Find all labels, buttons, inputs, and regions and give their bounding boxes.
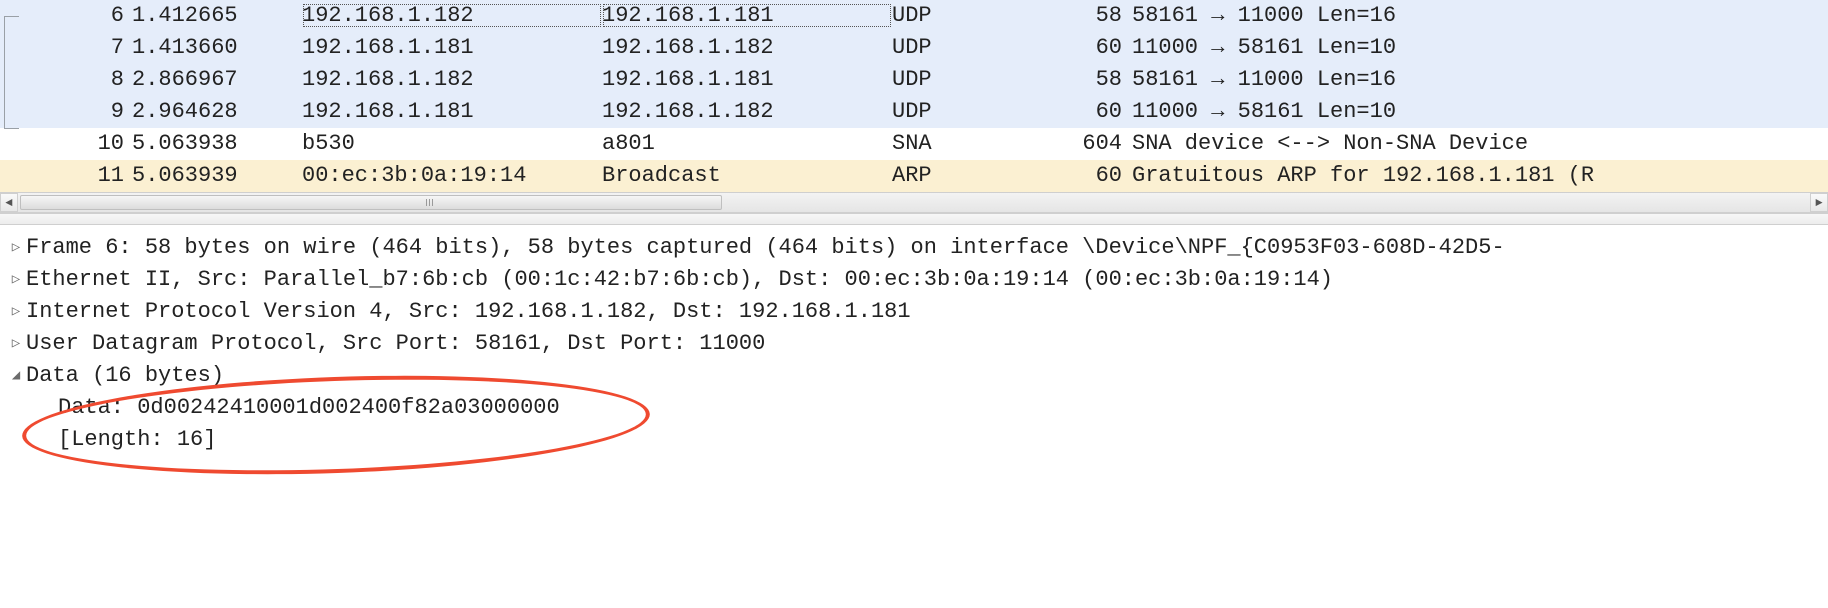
packet-protocol: UDP	[892, 3, 1042, 28]
packet-row[interactable]: 82.866967192.168.1.182192.168.1.181UDP58…	[0, 64, 1828, 96]
tree-udp-label: User Datagram Protocol, Src Port: 58161,…	[26, 331, 765, 356]
packet-destination: 192.168.1.182	[602, 99, 892, 124]
packet-length: 58	[1042, 3, 1132, 28]
pane-divider[interactable]	[0, 213, 1828, 225]
collapse-icon[interactable]: ◢	[6, 367, 26, 384]
packet-no: 11	[24, 163, 132, 188]
expand-icon[interactable]: ▷	[6, 303, 26, 320]
packet-source: 192.168.1.182	[302, 3, 602, 28]
scroll-left-button[interactable]: ◄	[0, 193, 18, 212]
packet-source: 00:ec:3b:0a:19:14	[302, 163, 602, 188]
packet-time: 1.412665	[132, 3, 302, 28]
packet-length: 60	[1042, 163, 1132, 188]
expand-icon[interactable]: ▷	[6, 271, 26, 288]
packet-protocol: ARP	[892, 163, 1042, 188]
packet-length: 60	[1042, 35, 1132, 60]
packet-no: 10	[24, 131, 132, 156]
packet-row[interactable]: 71.413660192.168.1.181192.168.1.182UDP60…	[0, 32, 1828, 64]
packet-source: b530	[302, 131, 602, 156]
packet-no: 7	[24, 35, 132, 60]
tree-ip-label: Internet Protocol Version 4, Src: 192.16…	[26, 299, 911, 324]
packet-info: 58161 → 11000 Len=16	[1132, 67, 1828, 92]
scroll-right-button[interactable]: ►	[1810, 193, 1828, 212]
packet-protocol: SNA	[892, 131, 1042, 156]
packet-time: 2.964628	[132, 99, 302, 124]
packet-length: 58	[1042, 67, 1132, 92]
packet-info: 11000 → 58161 Len=10	[1132, 35, 1828, 60]
tree-data-length-label: [Length: 16]	[58, 427, 216, 452]
expand-icon[interactable]: ▷	[6, 239, 26, 256]
tree-udp[interactable]: ▷ User Datagram Protocol, Src Port: 5816…	[6, 327, 1822, 359]
packet-no: 9	[24, 99, 132, 124]
packet-destination: a801	[602, 131, 892, 156]
tree-ethernet[interactable]: ▷ Ethernet II, Src: Parallel_b7:6b:cb (0…	[6, 263, 1822, 295]
packet-length: 604	[1042, 131, 1132, 156]
packet-destination: 192.168.1.181	[602, 3, 892, 28]
packet-time: 2.866967	[132, 67, 302, 92]
packet-time: 1.413660	[132, 35, 302, 60]
packet-protocol: UDP	[892, 67, 1042, 92]
tree-data-label: Data (16 bytes)	[26, 363, 224, 388]
packet-info: 11000 → 58161 Len=10	[1132, 99, 1828, 124]
packet-info: 58161 → 11000 Len=16	[1132, 3, 1828, 28]
packet-protocol: UDP	[892, 35, 1042, 60]
tree-data[interactable]: ◢ Data (16 bytes)	[6, 359, 1822, 391]
tree-frame-label: Frame 6: 58 bytes on wire (464 bits), 58…	[26, 235, 1505, 260]
packet-no: 6	[24, 3, 132, 28]
packet-info: Gratuitous ARP for 192.168.1.181 (R	[1132, 163, 1828, 188]
packet-time: 5.063938	[132, 131, 302, 156]
tree-eth-label: Ethernet II, Src: Parallel_b7:6b:cb (00:…	[26, 267, 1333, 292]
tree-data-length[interactable]: [Length: 16]	[6, 423, 1822, 455]
packet-details-pane[interactable]: ▷ Frame 6: 58 bytes on wire (464 bits), …	[0, 225, 1828, 461]
packet-time: 5.063939	[132, 163, 302, 188]
packet-list-hscroll[interactable]: ◄ ►	[0, 192, 1828, 213]
packet-row[interactable]: 115.06393900:ec:3b:0a:19:14BroadcastARP6…	[0, 160, 1828, 192]
tree-frame[interactable]: ▷ Frame 6: 58 bytes on wire (464 bits), …	[6, 231, 1822, 263]
packet-info: SNA device <--> Non-SNA Device	[1132, 131, 1828, 156]
packet-destination: 192.168.1.181	[602, 67, 892, 92]
packet-protocol: UDP	[892, 99, 1042, 124]
packet-destination: 192.168.1.182	[602, 35, 892, 60]
packet-row[interactable]: 61.412665192.168.1.182192.168.1.181UDP58…	[0, 0, 1828, 32]
packet-destination: Broadcast	[602, 163, 892, 188]
packet-list-pane[interactable]: 61.412665192.168.1.182192.168.1.181UDP58…	[0, 0, 1828, 192]
packet-no: 8	[24, 67, 132, 92]
scroll-thumb[interactable]	[20, 195, 722, 210]
expand-icon[interactable]: ▷	[6, 335, 26, 352]
tree-data-hex-label: Data: 0d00242410001d002400f82a03000000	[58, 395, 560, 420]
packet-source: 192.168.1.181	[302, 99, 602, 124]
tree-ip[interactable]: ▷ Internet Protocol Version 4, Src: 192.…	[6, 295, 1822, 327]
packet-row[interactable]: 105.063938b530a801SNA604SNA device <--> …	[0, 128, 1828, 160]
tree-data-hex[interactable]: Data: 0d00242410001d002400f82a03000000	[6, 391, 1822, 423]
packet-length: 60	[1042, 99, 1132, 124]
packet-source: 192.168.1.181	[302, 35, 602, 60]
packet-row[interactable]: 92.964628192.168.1.181192.168.1.182UDP60…	[0, 96, 1828, 128]
packet-source: 192.168.1.182	[302, 67, 602, 92]
